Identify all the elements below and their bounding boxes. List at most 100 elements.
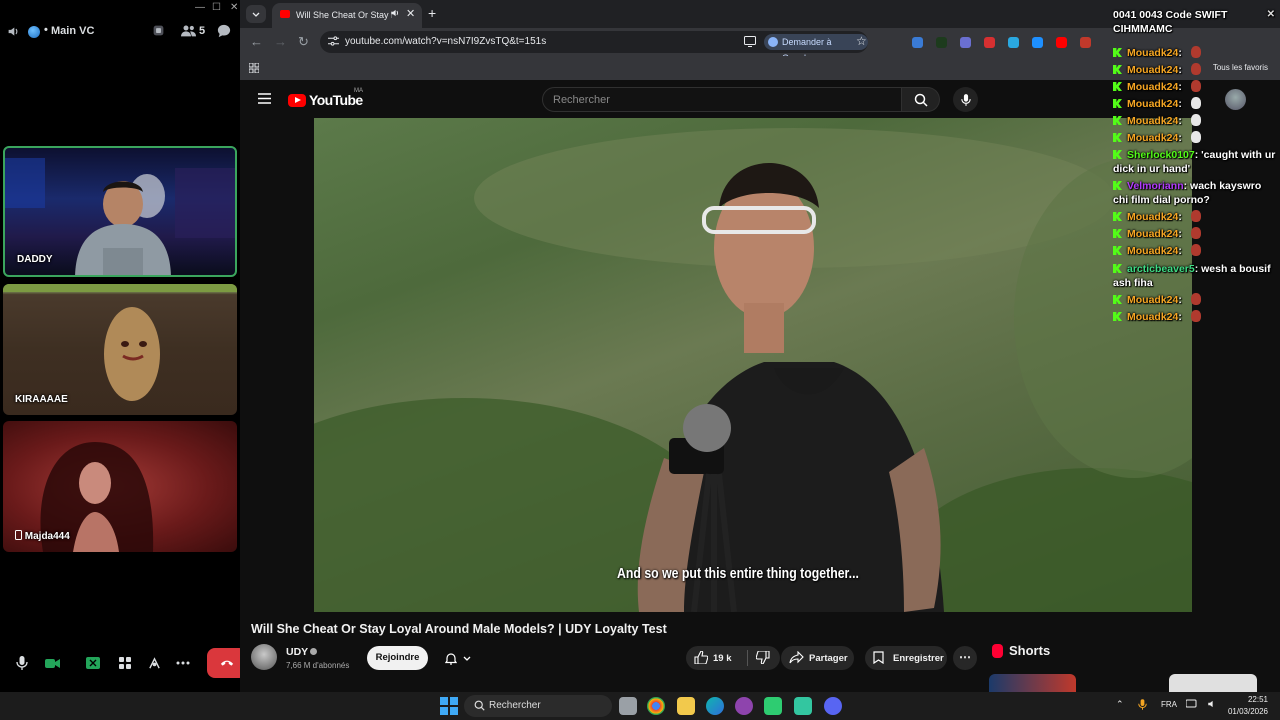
dislike-button[interactable]	[756, 651, 770, 664]
chat-username[interactable]: Mouadk24	[1127, 245, 1178, 257]
overlay-icon[interactable]	[152, 24, 165, 37]
hamburger-menu-icon[interactable]	[258, 93, 271, 104]
participant-tile-daddy[interactable]: DADDY	[3, 146, 237, 277]
chat-username[interactable]: Mouadk24	[1127, 228, 1178, 240]
channel-avatar[interactable]	[251, 644, 277, 670]
clock[interactable]: 22:51 01/03/2026	[1226, 694, 1268, 718]
soundboard-icon[interactable]	[143, 652, 165, 674]
join-button[interactable]: Rejoindre	[367, 646, 428, 670]
chat-message: Mouadk24:	[1113, 63, 1279, 77]
chat-username[interactable]: Mouadk24	[1127, 311, 1178, 323]
extension-icon[interactable]	[1056, 37, 1067, 48]
channel-name[interactable]: UDY	[286, 646, 308, 658]
minimize-icon[interactable]: —	[195, 2, 205, 13]
more-actions-button[interactable]: ⋯	[953, 646, 977, 670]
short-thumbnail[interactable]	[1169, 674, 1257, 692]
search-input[interactable]: Rechercher	[542, 87, 902, 112]
volume-icon[interactable]	[1206, 699, 1218, 709]
chat-message: Mouadk24:	[1113, 293, 1279, 307]
app-icon[interactable]	[794, 697, 812, 715]
screen-share-icon[interactable]	[82, 652, 104, 674]
windows-logo-icon	[440, 706, 449, 715]
close-icon[interactable]: ✕	[230, 2, 238, 13]
extension-icon[interactable]	[1032, 37, 1043, 48]
maximize-icon[interactable]: ☐	[212, 2, 221, 13]
participant-tile-kiraaaae[interactable]: KIRAAAAE	[3, 284, 237, 415]
notifications-button[interactable]	[436, 646, 480, 670]
chat-username[interactable]: Mouadk24	[1127, 211, 1178, 223]
extension-icon[interactable]	[1008, 37, 1019, 48]
edge-icon[interactable]	[706, 697, 724, 715]
chat-emote-icon	[1190, 46, 1201, 58]
discord-icon[interactable]	[824, 697, 842, 715]
extension-icon[interactable]	[1080, 37, 1091, 48]
apps-grid-icon[interactable]	[249, 63, 259, 73]
chat-username[interactable]: Sherlock0107	[1127, 149, 1195, 161]
voice-controls	[0, 646, 240, 680]
like-button[interactable]	[694, 651, 708, 664]
microphone-icon[interactable]	[1138, 698, 1147, 711]
activities-icon[interactable]	[114, 652, 136, 674]
site-info-icon[interactable]	[328, 36, 339, 46]
like-dislike-group: 19 k	[686, 646, 780, 670]
video-subtitle: And so we put this entire thing together…	[617, 565, 859, 582]
more-options-icon[interactable]	[172, 652, 194, 674]
chevron-up-icon[interactable]: ⌃	[1116, 699, 1124, 710]
forward-icon[interactable]: →	[274, 34, 287, 49]
chat-username[interactable]: Velmoriann	[1127, 180, 1184, 192]
search-button[interactable]	[902, 87, 940, 112]
chat-username[interactable]: arcticbeaver5	[1127, 263, 1195, 275]
chat-separator: :	[1178, 64, 1185, 76]
close-icon[interactable]: ✕	[1267, 8, 1275, 22]
shorts-icon	[992, 643, 1003, 658]
chat-username[interactable]: Mouadk24	[1127, 98, 1178, 110]
extension-icon[interactable]	[984, 37, 995, 48]
speaker-icon[interactable]	[7, 25, 20, 38]
chat-message: Mouadk24:	[1113, 97, 1279, 111]
language-indicator[interactable]: FRA	[1161, 700, 1177, 709]
app-icon[interactable]	[735, 697, 753, 715]
chat-username[interactable]: Mouadk24	[1127, 47, 1178, 59]
voice-search-button[interactable]	[953, 87, 978, 112]
extension-icon[interactable]	[912, 37, 923, 48]
chat-username[interactable]: Mouadk24	[1127, 81, 1178, 93]
cast-icon[interactable]	[744, 36, 756, 47]
discord-voice-overlay: — ☐ ✕ • Main VC 5 DADDY KIRAAAAE Majda44…	[0, 0, 247, 692]
ask-google-button[interactable]: Demander à Google	[764, 34, 868, 63]
short-thumbnail[interactable]	[989, 674, 1076, 692]
file-explorer-icon[interactable]	[677, 697, 695, 715]
reload-icon[interactable]: ↻	[298, 34, 309, 50]
chat-username[interactable]: Mouadk24	[1127, 294, 1178, 306]
bookmark-star-icon[interactable]: ☆	[856, 34, 867, 48]
search-icon	[474, 700, 485, 711]
task-view-icon[interactable]	[619, 697, 637, 715]
camera-icon[interactable]	[41, 652, 63, 674]
chat-message: Sherlock0107: 'caught with ur dick in ur…	[1113, 148, 1279, 176]
chrome-icon[interactable]	[647, 697, 665, 715]
audio-playing-icon[interactable]	[390, 8, 400, 18]
members-icon[interactable]	[181, 24, 196, 37]
tab-close-icon[interactable]: ✕	[406, 7, 415, 20]
start-button[interactable]	[440, 697, 458, 715]
chat-username[interactable]: Mouadk24	[1127, 64, 1178, 76]
extension-icon[interactable]	[960, 37, 971, 48]
chat-username[interactable]: Mouadk24	[1127, 115, 1178, 127]
tab-search-button[interactable]	[246, 5, 266, 23]
chat-bubble-icon[interactable]	[217, 24, 231, 38]
new-tab-button[interactable]: +	[428, 5, 436, 21]
youtube-logo[interactable]: YouTube MA	[288, 88, 363, 108]
participant-tile-majda444[interactable]: Majda444	[3, 421, 237, 552]
video-player[interactable]: And so we put this entire thing together…	[314, 118, 1192, 612]
address-bar[interactable]: youtube.com/watch?v=nsN7I9ZvsTQ&t=151s D…	[320, 31, 868, 63]
browser-tab-active[interactable]: Will She Cheat Or Stay Loyal Around Male…	[272, 3, 422, 28]
shorts-header[interactable]: Shorts	[992, 643, 1050, 658]
back-icon[interactable]: ←	[250, 34, 263, 49]
microphone-icon[interactable]	[11, 652, 33, 674]
app-icon[interactable]	[764, 697, 782, 715]
save-button[interactable]: Enregistrer	[865, 646, 947, 670]
share-button[interactable]: Partager	[781, 646, 854, 670]
network-icon[interactable]	[1186, 699, 1198, 709]
taskbar-search[interactable]: Rechercher	[464, 695, 612, 717]
extension-icon[interactable]	[936, 37, 947, 48]
chat-username[interactable]: Mouadk24	[1127, 132, 1178, 144]
